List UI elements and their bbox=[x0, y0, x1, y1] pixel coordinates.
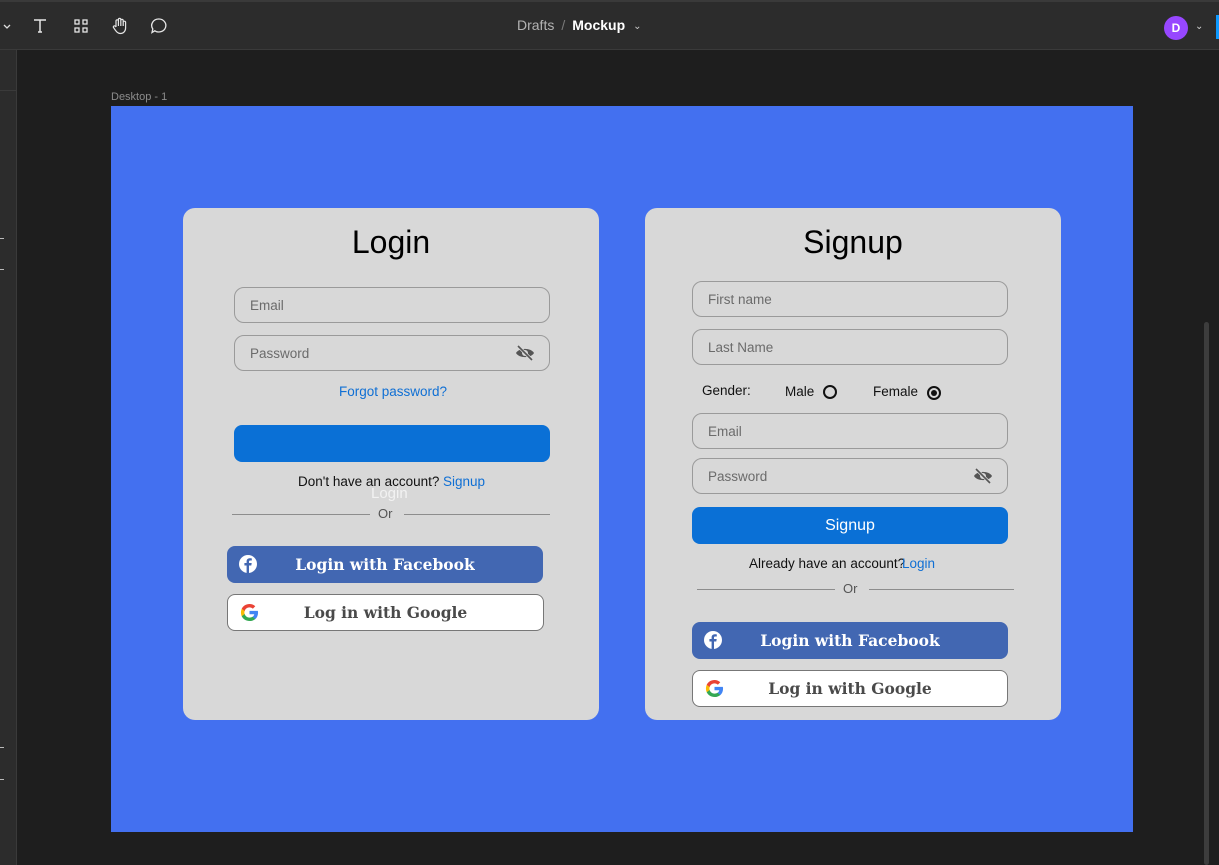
top-toolbar: Drafts / Mockup ⌄ D ⌄ bbox=[0, 0, 1219, 50]
signup-link[interactable]: Signup bbox=[443, 474, 485, 489]
eye-off-icon[interactable] bbox=[973, 467, 993, 485]
breadcrumb: Drafts / Mockup ⌄ bbox=[517, 17, 642, 33]
gender-option-male[interactable]: Male bbox=[785, 384, 814, 399]
facebook-login-label: Login with Facebook bbox=[295, 555, 475, 574]
no-account-text: Don't have an account? bbox=[298, 474, 440, 489]
chevron-down-icon[interactable] bbox=[0, 14, 14, 38]
google-login-label: Log in with Google bbox=[768, 679, 932, 698]
divider bbox=[232, 514, 370, 515]
text-tool-icon[interactable] bbox=[28, 14, 52, 38]
login-button[interactable] bbox=[234, 425, 550, 462]
gender-option-female[interactable]: Female bbox=[873, 384, 918, 399]
email-placeholder: Email bbox=[250, 297, 284, 313]
male-radio[interactable] bbox=[823, 385, 837, 399]
forgot-password-link[interactable]: Forgot password? bbox=[339, 384, 447, 399]
facebook-login-label: Login with Facebook bbox=[760, 631, 940, 650]
google-login-button[interactable]: Log in with Google bbox=[692, 670, 1008, 707]
google-icon bbox=[705, 679, 724, 698]
gender-label: Gender: bbox=[702, 383, 751, 398]
password-placeholder: Password bbox=[708, 468, 768, 484]
last-name-field[interactable]: Last Name bbox=[692, 329, 1008, 365]
chevron-down-icon[interactable]: ⌄ bbox=[633, 21, 641, 32]
login-link[interactable]: Login bbox=[902, 556, 935, 571]
frame-label[interactable]: Desktop - 1 bbox=[111, 91, 167, 103]
breadcrumb-current[interactable]: Mockup bbox=[572, 17, 625, 33]
divider bbox=[0, 779, 4, 780]
google-icon bbox=[240, 603, 259, 622]
first-name-field[interactable]: First name bbox=[692, 281, 1008, 317]
divider bbox=[0, 269, 4, 270]
login-card: Login Email Password Forgot password? Do… bbox=[183, 208, 599, 720]
desktop-frame[interactable]: Login Email Password Forgot password? Do… bbox=[111, 106, 1133, 832]
password-placeholder: Password bbox=[250, 345, 310, 361]
google-login-label: Log in with Google bbox=[303, 603, 468, 622]
divider bbox=[869, 589, 1014, 590]
divider bbox=[697, 589, 835, 590]
comment-icon[interactable] bbox=[147, 14, 171, 38]
vertical-scrollbar[interactable] bbox=[1204, 322, 1209, 865]
password-field[interactable]: Password bbox=[692, 458, 1008, 494]
google-login-button[interactable]: Log in with Google bbox=[227, 594, 544, 631]
facebook-login-button[interactable]: Login with Facebook bbox=[692, 622, 1008, 659]
login-title: Login bbox=[351, 224, 431, 260]
divider bbox=[0, 747, 4, 748]
divider bbox=[404, 514, 550, 515]
email-placeholder: Email bbox=[708, 423, 742, 439]
female-radio[interactable] bbox=[927, 386, 941, 400]
last-name-placeholder: Last Name bbox=[708, 339, 774, 355]
chevron-down-icon[interactable]: ⌄ bbox=[1195, 21, 1203, 32]
signup-button-label: Signup bbox=[825, 516, 875, 534]
login-button-label: Login bbox=[371, 485, 408, 502]
signup-button[interactable]: Signup bbox=[692, 507, 1008, 544]
or-separator: Or bbox=[843, 581, 858, 596]
facebook-login-button[interactable]: Login with Facebook bbox=[227, 546, 543, 583]
divider bbox=[0, 238, 4, 239]
signup-card: Signup First name Last Name Gender: Male… bbox=[645, 208, 1061, 720]
breadcrumb-separator: / bbox=[561, 17, 566, 33]
components-icon[interactable] bbox=[69, 14, 93, 38]
hand-tool-icon[interactable] bbox=[108, 14, 132, 38]
have-account-text: Already have an account? bbox=[749, 556, 906, 571]
divider bbox=[0, 90, 17, 91]
breadcrumb-parent[interactable]: Drafts bbox=[517, 17, 554, 33]
first-name-placeholder: First name bbox=[708, 291, 772, 307]
eye-off-icon[interactable] bbox=[515, 344, 535, 362]
facebook-icon bbox=[704, 631, 722, 649]
password-field[interactable]: Password bbox=[234, 335, 550, 371]
avatar[interactable]: D bbox=[1164, 16, 1188, 40]
email-field[interactable]: Email bbox=[692, 413, 1008, 449]
facebook-icon bbox=[239, 555, 257, 573]
email-field[interactable]: Email bbox=[234, 287, 550, 323]
or-separator: Or bbox=[378, 506, 393, 521]
signup-title: Signup bbox=[803, 224, 903, 260]
left-panel-edge bbox=[0, 50, 17, 865]
